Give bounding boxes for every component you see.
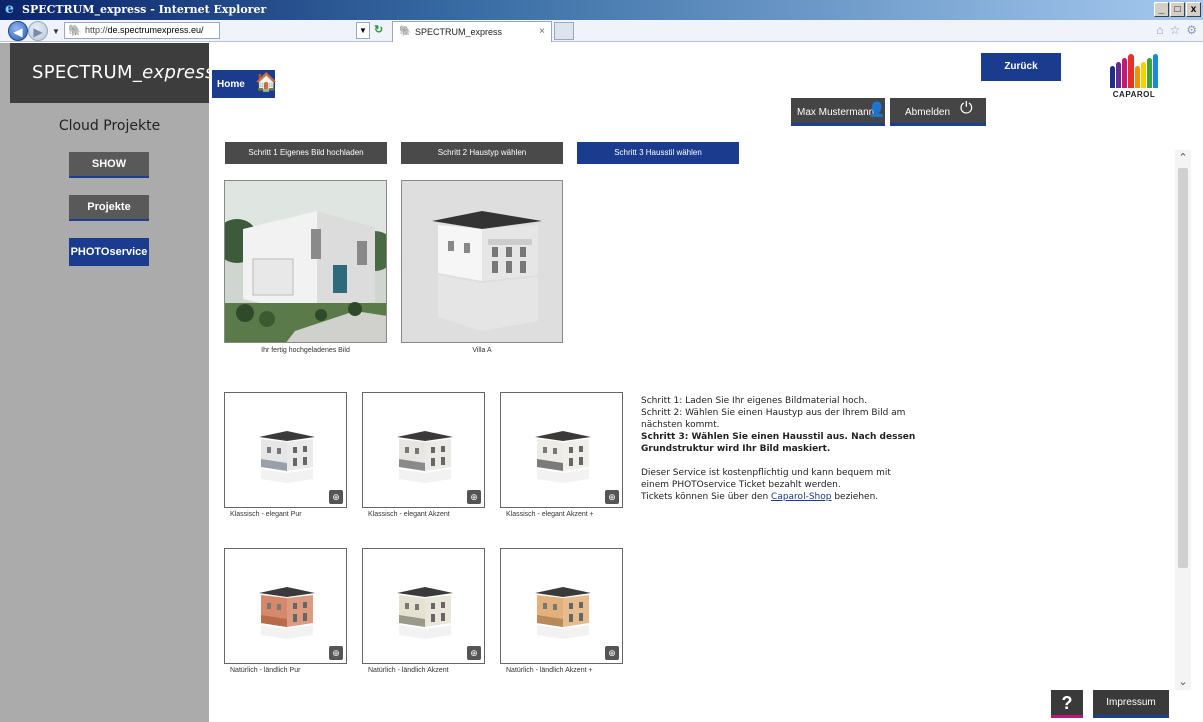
logo-bar [1140,62,1146,88]
impressum-button[interactable]: Impressum [1093,690,1169,718]
title-bar: e SPECTRUM_express - Internet Explorer _… [0,0,1203,20]
sidebar-item-projekte[interactable]: Projekte [69,195,149,221]
ie-logo-icon: e [5,1,14,17]
back-page-button[interactable]: Zurück [981,53,1061,81]
forward-button[interactable]: ▶ [28,21,48,41]
uploaded-image [224,180,387,343]
style-house-preview [259,587,315,639]
back-button[interactable]: ◀ [8,21,28,41]
logo-bar [1116,62,1122,88]
style-tile[interactable]: ⊕ [500,548,623,664]
logo-bar [1128,54,1134,88]
history-dropdown-icon[interactable]: ▼ [52,27,60,36]
help-button[interactable]: ? [1051,690,1083,718]
browser-window: e SPECTRUM_express - Internet Explorer _… [0,0,1203,722]
home-label: Home [217,79,245,90]
uploaded-house-photo [225,181,386,342]
style-tile[interactable]: ⊕ [500,392,623,508]
address-dropdown-icon[interactable]: ▼ [356,22,370,39]
style-tile-caption: Natürlich - ländlich Akzent [368,667,449,674]
logo-color-bars [1110,54,1158,88]
home-button[interactable]: Home 🏠 [212,70,278,98]
info-line-2: Schritt 2: Wählen Sie einen Haustyp aus … [641,408,906,430]
browser-tools: ⌂ ☆ ⚙ [1156,23,1197,37]
villa-a-caption: Villa A [472,347,492,354]
address-bar[interactable]: 🐘 http://de.spectrumexpress.eu/ [64,22,220,39]
logout-button[interactable]: Abmelden ⏻ [890,98,986,126]
window-controls: _ □ x [1154,2,1201,17]
step-1-upload[interactable]: Schritt 1 Eigenes Bild hochladen [225,142,387,164]
scroll-down-icon[interactable]: ⌄ [1175,674,1191,690]
style-tile[interactable]: ⊕ [224,392,347,508]
logo-bar [1122,58,1128,88]
style-house-preview [397,431,453,483]
instructions-text: Schritt 1: Laden Sie Ihr eigenes Bildmat… [641,395,921,503]
zoom-plus-icon[interactable]: ⊕ [605,646,619,660]
home-icon[interactable]: ⌂ [1156,23,1163,37]
zoom-plus-icon[interactable]: ⊕ [467,490,481,504]
style-tile-caption: Natürlich - ländlich Akzent + [506,667,593,674]
zoom-plus-icon[interactable]: ⊕ [329,646,343,660]
new-tab-button[interactable] [554,22,574,40]
style-tile-caption: Klassisch - elegant Akzent + [506,511,594,518]
tab-favicon-icon: 🐘 [399,26,412,37]
user-icon: 👤 [868,101,886,117]
user-name: Max Mustermann [797,107,875,118]
info-line-3: Schritt 3: Wählen Sie einen Hausstil aus… [641,432,916,454]
zoom-plus-icon[interactable]: ⊕ [467,646,481,660]
tab-title: SPECTRUM_express [415,27,503,37]
refresh-icon[interactable]: ↻ [374,23,383,36]
close-window-button[interactable]: x [1186,2,1201,17]
scrollbar-thumb[interactable] [1178,168,1188,568]
sidebar-item-show[interactable]: SHOW [69,152,149,178]
app-brand: SPECTRUM_express [10,43,214,103]
style-house-preview [535,431,591,483]
logo-bar [1152,54,1158,88]
style-tile-caption: Klassisch - elegant Akzent [368,511,450,518]
logo-bar [1110,66,1116,88]
info-line-5: Tickets können Sie über den Caparol-Shop… [641,492,879,502]
maximize-button[interactable]: □ [1170,2,1185,17]
info-line-1: Schritt 1: Laden Sie Ihr eigenes Bildmat… [641,396,868,406]
style-house-preview [259,431,315,483]
caparol-logo: CAPAROL [1106,54,1162,102]
logo-text: CAPAROL [1112,90,1156,99]
uploaded-image-caption: Ihr fertig hochgeladenes Bild [261,347,350,354]
address-url: http://de.spectrumexpress.eu/ [85,25,204,35]
info-line-4: Dieser Service ist kostenpflichtig und k… [641,468,891,490]
logout-label: Abmelden [905,107,951,118]
sidebar-item-photoservice[interactable]: PHOTOservice [69,238,149,266]
zoom-plus-icon[interactable]: ⊕ [605,490,619,504]
tab-close-icon[interactable]: × [539,26,545,37]
style-tile-caption: Natürlich - ländlich Pur [230,667,301,674]
style-house-preview [397,587,453,639]
house-icon: 🏠 [255,72,278,92]
power-icon: ⏻ [960,100,973,117]
logo-bar [1134,66,1140,88]
sidebar: SPECTRUM_express Cloud Projekte SHOW Pro… [0,43,214,722]
minimize-button[interactable]: _ [1154,2,1169,17]
browser-tab[interactable]: 🐘 SPECTRUM_express × [392,21,552,42]
villa-a-image[interactable] [401,180,563,343]
window-title: SPECTRUM_express - Internet Explorer [22,3,267,16]
zoom-plus-icon[interactable]: ⊕ [329,490,343,504]
step-3-house-style[interactable]: Schritt 3 Hausstil wählen [577,142,739,164]
villa-a-house [402,181,562,342]
style-tile-caption: Klassisch - elegant Pur [230,511,302,518]
favorites-star-icon[interactable]: ☆ [1169,23,1180,37]
logo-bar [1146,58,1152,88]
style-tile[interactable]: ⊕ [224,548,347,664]
settings-gear-icon[interactable]: ⚙ [1186,23,1197,37]
sidebar-section-title: Cloud Projekte [58,118,161,134]
user-account-button[interactable]: Max Mustermann 👤 [791,98,885,126]
caparol-shop-link[interactable]: Caparol-Shop [771,492,831,502]
step-2-house-type[interactable]: Schritt 2 Haustyp wählen [401,142,563,164]
style-house-preview [535,587,591,639]
scroll-up-icon[interactable]: ⌃ [1175,150,1191,166]
navigation-bar: ◀ ▶ ▼ 🐘 http://de.spectrumexpress.eu/ ▼ … [0,20,1203,42]
style-tile[interactable]: ⊕ [362,548,485,664]
style-tile[interactable]: ⊕ [362,392,485,508]
site-favicon-icon: 🐘 [68,25,82,37]
